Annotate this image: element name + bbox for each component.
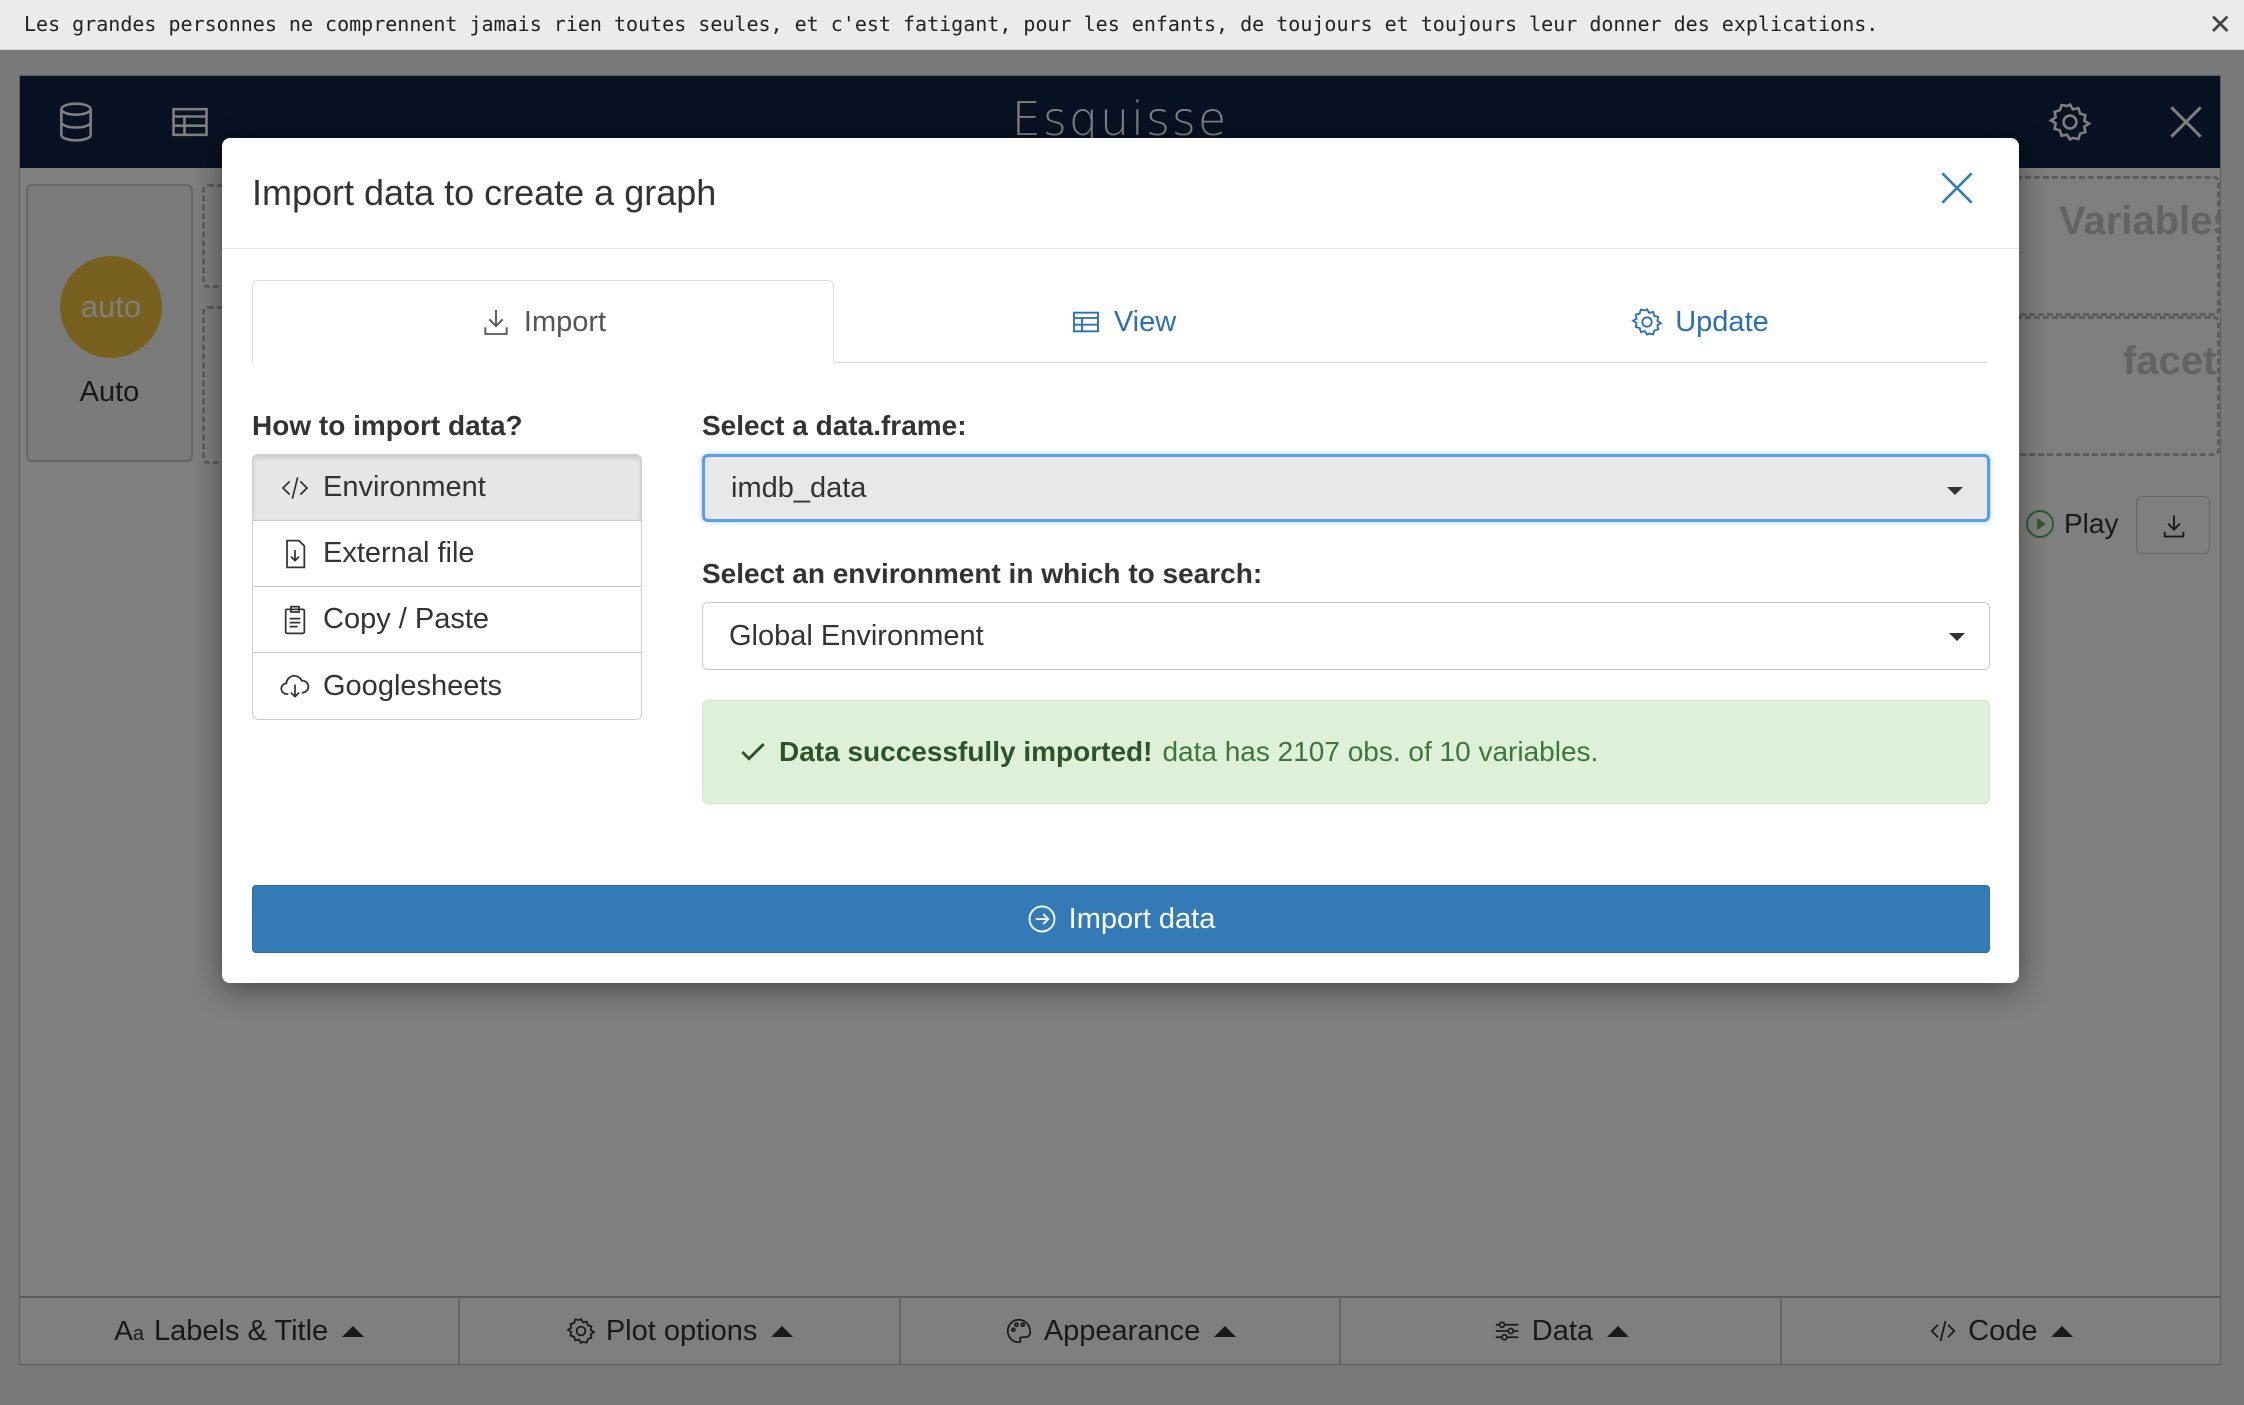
- import-data-button[interactable]: Import data: [252, 885, 1990, 953]
- modal-close-icon[interactable]: [1935, 166, 1979, 210]
- import-data-button-label: Import data: [1068, 902, 1216, 935]
- modal-header: Import data to create a graph: [222, 138, 2019, 249]
- dataframe-label: Select a data.frame:: [702, 410, 967, 441]
- tab-view[interactable]: View: [834, 280, 1412, 364]
- method-label: Copy / Paste: [323, 603, 490, 635]
- tab-view-label: View: [1113, 305, 1177, 338]
- gear-icon: [1631, 308, 1663, 336]
- download-icon: [484, 310, 508, 335]
- alert-text: data has 2107 obs. of 10 variables.: [1162, 736, 1599, 767]
- method-label: Environment: [323, 471, 486, 503]
- check-icon: [741, 742, 765, 761]
- clipboard-icon: [284, 605, 306, 634]
- method-label: External file: [323, 537, 475, 569]
- environment-select-value: Global Environment: [729, 619, 984, 652]
- tab-update[interactable]: Update: [1412, 280, 1988, 364]
- import-tabs: Import View Update: [252, 280, 1988, 364]
- method-external-file[interactable]: External file: [253, 521, 641, 587]
- alert-strong-text: Data successfully imported!: [779, 736, 1153, 767]
- chevron-down-icon: [1949, 633, 1965, 641]
- notification-text: Les grandes personnes ne comprennent jam…: [24, 12, 1879, 36]
- notification-close-icon[interactable]: ✕: [2209, 8, 2232, 41]
- import-method-list: Environment External file Copy / Paste G…: [252, 454, 642, 720]
- import-success-alert: Data successfully imported! data has 210…: [702, 700, 1990, 804]
- table-icon: [1072, 311, 1099, 333]
- notification-bar: Les grandes personnes ne comprennent jam…: [0, 0, 2244, 50]
- environment-select[interactable]: Global Environment: [702, 602, 1990, 670]
- how-to-import-label: How to import data?: [252, 410, 523, 441]
- method-label: Googlesheets: [323, 669, 502, 702]
- tab-import[interactable]: Import: [252, 280, 834, 364]
- chevron-down-icon: [1947, 487, 1963, 495]
- method-googlesheets[interactable]: Googlesheets: [253, 653, 641, 719]
- tab-import-label: Import: [523, 305, 607, 338]
- dataframe-select-value: imdb_data: [731, 471, 867, 504]
- arrow-circle-right-icon: [1028, 905, 1056, 933]
- method-environment[interactable]: Environment: [253, 455, 641, 521]
- code-icon: [281, 476, 309, 499]
- cloud-download-icon: [280, 674, 310, 698]
- modal-title: Import data to create a graph: [252, 172, 717, 213]
- import-data-modal: Import data to create a graph Import Vie…: [222, 138, 2019, 983]
- method-copy-paste[interactable]: Copy / Paste: [253, 587, 641, 653]
- tab-update-label: Update: [1675, 305, 1769, 338]
- environment-label: Select an environment in which to search…: [702, 558, 1263, 589]
- dataframe-select[interactable]: imdb_data: [702, 454, 1990, 522]
- file-download-icon: [286, 539, 306, 568]
